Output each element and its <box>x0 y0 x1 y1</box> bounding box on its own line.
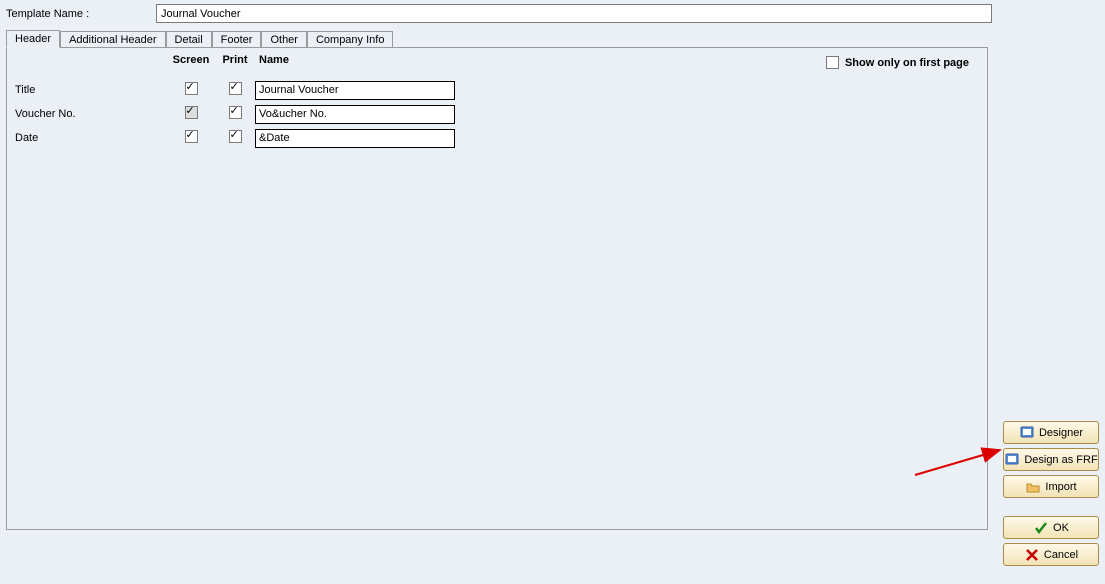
voucher-print-checkbox[interactable] <box>229 106 242 119</box>
title-name-input[interactable] <box>255 81 455 100</box>
check-icon <box>1033 520 1049 536</box>
design-as-frf-button[interactable]: Design as FRF <box>1003 448 1099 471</box>
table-row: Date <box>15 126 979 150</box>
tab-strip: Header Additional Header Detail Footer O… <box>0 29 1105 47</box>
template-name-input[interactable] <box>156 4 992 23</box>
ok-button[interactable]: OK <box>1003 516 1099 539</box>
row-label-date: Date <box>15 132 167 144</box>
date-name-input[interactable] <box>255 129 455 148</box>
show-only-first-page-checkbox[interactable] <box>826 56 839 69</box>
template-name-label: Template Name : <box>6 8 156 20</box>
voucher-screen-checkbox[interactable] <box>185 106 198 119</box>
title-screen-checkbox[interactable] <box>185 82 198 95</box>
import-button-label: Import <box>1045 481 1076 493</box>
design-as-frf-button-label: Design as FRF <box>1024 454 1097 466</box>
cancel-button[interactable]: Cancel <box>1003 543 1099 566</box>
row-label-voucher-no: Voucher No. <box>15 108 167 120</box>
column-header-name: Name <box>255 54 455 66</box>
title-print-checkbox[interactable] <box>229 82 242 95</box>
tab-header[interactable]: Header <box>6 30 60 48</box>
designer-button[interactable]: Designer <box>1003 421 1099 444</box>
cancel-icon <box>1024 547 1040 563</box>
designer-button-label: Designer <box>1039 427 1083 439</box>
import-button[interactable]: Import <box>1003 475 1099 498</box>
table-row: Title <box>15 78 979 102</box>
row-label-title: Title <box>15 84 167 96</box>
design-frf-icon <box>1004 452 1020 468</box>
column-header-print: Print <box>215 54 255 66</box>
date-print-checkbox[interactable] <box>229 130 242 143</box>
tab-panel-header: Screen Print Name Show only on first pag… <box>6 47 988 530</box>
cancel-button-label: Cancel <box>1044 549 1078 561</box>
column-header-screen: Screen <box>167 54 215 66</box>
designer-icon <box>1019 425 1035 441</box>
table-row: Voucher No. <box>15 102 979 126</box>
folder-icon <box>1025 479 1041 495</box>
date-screen-checkbox[interactable] <box>185 130 198 143</box>
show-only-first-page-label: Show only on first page <box>845 57 969 69</box>
voucher-name-input[interactable] <box>255 105 455 124</box>
ok-button-label: OK <box>1053 522 1069 534</box>
